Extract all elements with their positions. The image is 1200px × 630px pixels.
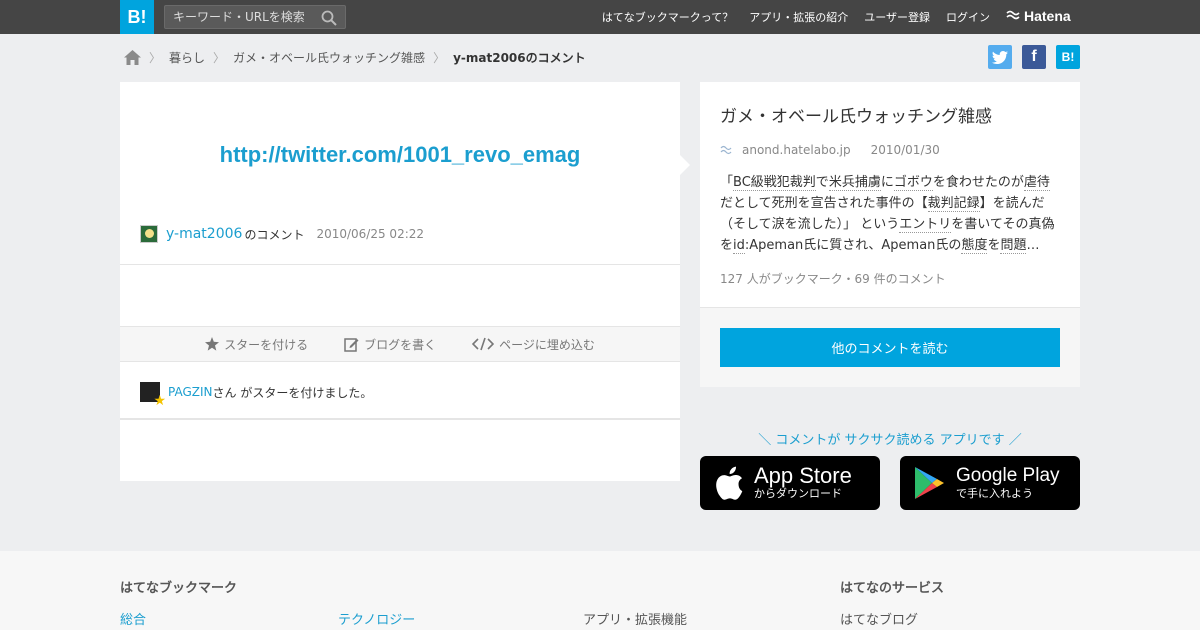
add-star-button[interactable]: スターを付ける: [205, 336, 308, 353]
desc-text: :Apeman氏に質され、Apeman氏の: [744, 238, 962, 253]
entry-description: 「BC級戦犯裁判で米兵捕虜にゴボウを食わせたのが虐待だとして死刑を宣告された事件…: [720, 172, 1060, 256]
share-buttons: f B!: [978, 45, 1080, 69]
comment-user-link[interactable]: y-mat2006: [166, 226, 242, 242]
site-favicon-icon: [720, 145, 732, 155]
keyword-link[interactable]: 問題: [1000, 238, 1027, 254]
google-play-subtitle: で手に入れよう: [956, 488, 1033, 500]
app-promo-text: ＼ コメントが サクサク読める アプリです ／: [758, 433, 1022, 448]
keyword-link[interactable]: BC級戦犯裁判: [733, 175, 816, 191]
footer-link-blog[interactable]: はてなブログ: [840, 609, 918, 628]
footer-link-technology[interactable]: テクノロジー: [338, 609, 415, 628]
top-bar: B! はてなブックマークって？ アプリ・拡張の紹介 ユーザー登録 ログイン Ha…: [0, 0, 1200, 34]
write-blog-button[interactable]: ブログを書く: [344, 336, 436, 353]
keyword-link[interactable]: 虐待: [1023, 175, 1050, 191]
breadcrumb-category[interactable]: 暮らし: [169, 49, 205, 66]
edit-icon: [344, 337, 359, 352]
hatena-bookmark-share-icon[interactable]: B!: [1056, 45, 1080, 69]
desc-text: に: [880, 175, 894, 190]
keyword-link[interactable]: エントリ: [899, 217, 952, 233]
comment-card: http://twitter.com/1001_revo_emag y-mat2…: [120, 82, 690, 481]
comment-meta: y-mat2006 のコメント 2010/06/25 02:22: [140, 225, 424, 243]
nav-register[interactable]: ユーザー登録: [864, 9, 930, 25]
card-pointer: [680, 155, 690, 175]
entry-meta: anond.hatelabo.jp 2010/01/30: [720, 143, 940, 157]
entry-card: ガメ・オベール氏ウォッチング雑感 anond.hatelabo.jp 2010/…: [700, 82, 1080, 387]
write-blog-label: ブログを書く: [364, 337, 437, 352]
app-store-button[interactable]: App Store からダウンロード: [700, 456, 880, 510]
divider: [120, 264, 680, 265]
google-play-text: Google Play で手に入れよう: [956, 465, 1060, 501]
app-store-subtitle: からダウンロード: [754, 488, 842, 500]
bookmark-count[interactable]: 127 人がブックマーク・69 件のコメント: [720, 270, 946, 287]
comment-link[interactable]: http://twitter.com/1001_revo_emag: [120, 142, 680, 168]
user-avatar[interactable]: [140, 225, 158, 243]
star-icon: ★: [153, 393, 166, 409]
keyword-link[interactable]: ゴボウ: [893, 175, 933, 191]
footer-heading-services: はてなのサービス: [840, 581, 945, 596]
desc-text: を食わせたのが: [932, 175, 1024, 190]
home-icon[interactable]: [124, 49, 141, 65]
footer: はてなブックマーク はてなのサービス 総合 テクノロジー アプリ・拡張機能 はて…: [0, 551, 1200, 630]
app-store-title: App Store: [754, 463, 852, 488]
chevron-right-icon: 〉: [149, 50, 162, 65]
hatena-mark-icon: [1006, 10, 1020, 20]
desc-text: を: [987, 238, 1001, 253]
nav-apps[interactable]: アプリ・拡張の紹介: [749, 9, 848, 25]
chevron-right-icon: 〉: [213, 50, 226, 65]
divider: [120, 418, 680, 420]
star-text: さん がスターを付けました。: [212, 385, 373, 400]
hatena-bookmark-logo[interactable]: B!: [120, 0, 154, 34]
comment-suffix: のコメント: [244, 227, 305, 242]
read-other-comments-button[interactable]: 他のコメントを読む: [720, 328, 1060, 367]
embed-label: ページに埋め込む: [499, 337, 595, 352]
keyword-link[interactable]: id: [733, 238, 745, 254]
google-play-icon: [915, 467, 944, 499]
desc-text: で: [815, 175, 829, 190]
star-user-link[interactable]: PAGZIN: [168, 385, 213, 399]
keyword-link[interactable]: 米兵捕虜: [828, 175, 881, 191]
entry-title[interactable]: ガメ・オベール氏ウォッチング雑感: [720, 102, 992, 127]
google-play-title: Google Play: [956, 465, 1060, 486]
desc-text: だとして死刑を宣告された事件の【: [720, 196, 928, 211]
top-nav: はてなブックマークって？ アプリ・拡張の紹介 ユーザー登録 ログイン: [586, 0, 990, 34]
google-play-button[interactable]: Google Play で手に入れよう: [900, 456, 1080, 510]
entry-date: 2010/01/30: [870, 143, 940, 157]
breadcrumb-current: y-mat2006のコメント: [453, 50, 586, 65]
keyword-link[interactable]: 裁判記録: [927, 196, 980, 212]
embed-button[interactable]: ページに埋め込む: [472, 336, 595, 353]
search-icon[interactable]: [321, 10, 337, 26]
hatena-brand-text: Hatena: [1024, 8, 1071, 24]
footer-link-general[interactable]: 総合: [120, 609, 146, 628]
search-input[interactable]: [165, 6, 315, 28]
comment-actions: スターを付ける ブログを書く ページに埋め込む: [120, 326, 680, 362]
facebook-share-icon[interactable]: f: [1022, 45, 1046, 69]
nav-login[interactable]: ログイン: [946, 9, 990, 25]
app-store-text: App Store からダウンロード: [754, 465, 852, 501]
breadcrumb: 〉 暮らし 〉 ガメ・オベール氏ウォッチング雑感 〉 y-mat2006のコメン…: [124, 46, 586, 68]
comment-date: 2010/06/25 02:22: [316, 227, 425, 241]
entry-card-footer: 他のコメントを読む: [700, 307, 1080, 387]
twitter-share-icon[interactable]: [988, 45, 1012, 69]
hatena-logo[interactable]: Hatena: [1006, 8, 1071, 24]
star-user-avatar[interactable]: ★: [140, 382, 166, 408]
keyword-link[interactable]: 態度: [961, 238, 988, 254]
add-star-label: スターを付ける: [224, 337, 309, 352]
apple-icon: [716, 466, 743, 500]
star-icon: [205, 337, 220, 351]
footer-heading-bookmark: はてなブックマーク: [120, 581, 238, 596]
code-icon: [472, 337, 495, 351]
search-box: [164, 5, 346, 29]
breadcrumb-entry[interactable]: ガメ・オベール氏ウォッチング雑感: [233, 49, 425, 66]
star-list: ★ PAGZIN さん がスターを付けました。: [140, 382, 373, 408]
chevron-right-icon: 〉: [433, 50, 446, 65]
nav-about[interactable]: はてなブックマークって？: [602, 9, 733, 25]
desc-text: 「: [720, 175, 734, 190]
entry-domain[interactable]: anond.hatelabo.jp: [742, 143, 851, 157]
footer-link-apps[interactable]: アプリ・拡張機能: [583, 609, 687, 628]
desc-text: …: [1026, 238, 1040, 253]
